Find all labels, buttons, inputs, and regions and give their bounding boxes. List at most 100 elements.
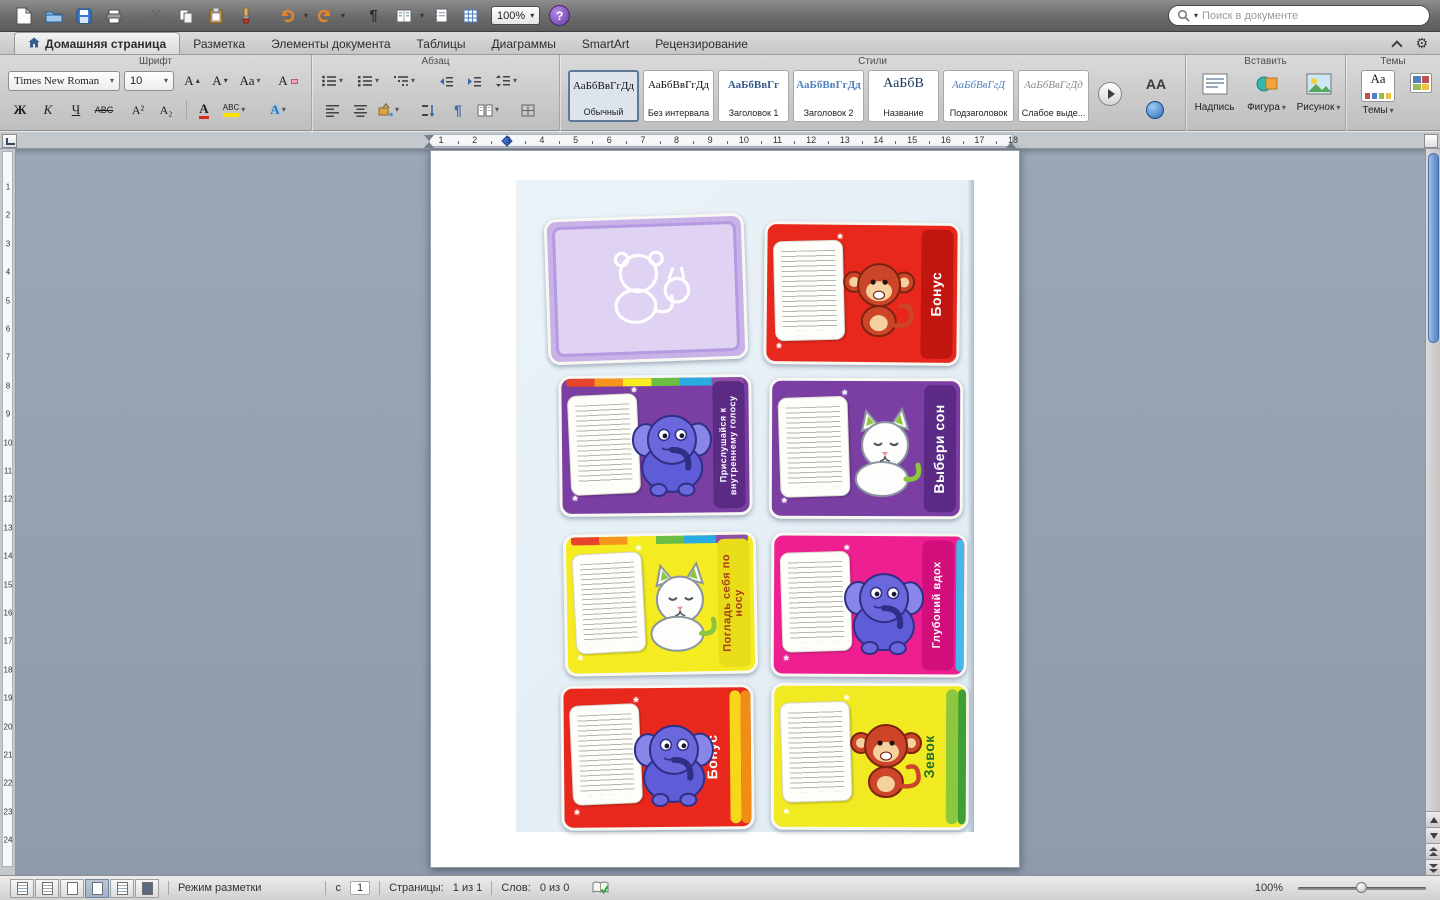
vertical-scrollbar[interactable] xyxy=(1425,149,1440,875)
shrink-font-button[interactable]: А▾ xyxy=(208,70,232,92)
paragraph-marks-button[interactable]: ¶ xyxy=(360,3,387,29)
insert-picture-button[interactable]: Рисунок▾ xyxy=(1294,68,1343,126)
sort-button[interactable] xyxy=(416,99,440,121)
paste-button[interactable] xyxy=(202,3,229,29)
tab-document-elements[interactable]: Элементы документа xyxy=(258,34,403,54)
vruler-number: 17 xyxy=(0,637,16,646)
print-button[interactable] xyxy=(100,3,127,29)
tab-stop-selector[interactable] xyxy=(2,134,17,148)
search-scope-dropdown-icon[interactable]: ▾ xyxy=(1194,12,1198,20)
redo-dropdown-icon[interactable]: ▾ xyxy=(341,12,345,20)
style-item-1[interactable]: АаБбВвГгДдОбычный xyxy=(568,70,639,122)
strikethrough-button[interactable]: ABC xyxy=(92,99,116,121)
words-value[interactable]: 0 из 0 xyxy=(540,882,570,894)
tab-review[interactable]: Рецензирование xyxy=(642,34,761,54)
align-left-button[interactable] xyxy=(320,99,344,121)
style-item-2[interactable]: АаБбВвГгДдБез интервала xyxy=(643,70,714,122)
more-styles-button[interactable] xyxy=(1098,82,1122,106)
tab-smartart[interactable]: SmartArt xyxy=(569,34,642,54)
layout-view-button[interactable] xyxy=(390,3,417,29)
new-document-button[interactable] xyxy=(10,3,37,29)
open-button[interactable] xyxy=(40,3,67,29)
subscript-button[interactable]: А₂ xyxy=(154,99,178,121)
styles-pane-button[interactable]: АА xyxy=(1136,71,1176,97)
section-value[interactable]: 1 xyxy=(350,881,370,895)
insert-shape-button[interactable]: Фигура▾ xyxy=(1242,68,1291,126)
text-effects-button[interactable]: А▾ xyxy=(266,99,290,121)
manage-styles-button[interactable] xyxy=(1146,101,1164,119)
focus-view-button[interactable] xyxy=(135,879,159,898)
scrollbar-thumb[interactable] xyxy=(1428,153,1439,343)
style-item-7[interactable]: АаБбВвГгДдСлабое выде... xyxy=(1018,70,1089,122)
redo-button[interactable] xyxy=(311,3,338,29)
numbered-list-button[interactable]: ▾ xyxy=(356,70,380,92)
tab-layout[interactable]: Разметка xyxy=(180,34,258,54)
undo-dropdown-icon[interactable]: ▾ xyxy=(304,12,308,20)
columns-button[interactable]: ▾ xyxy=(476,99,500,121)
decrease-indent-button[interactable] xyxy=(434,70,458,92)
first-line-indent-marker[interactable] xyxy=(424,135,434,141)
notebook-layout-button[interactable] xyxy=(110,879,134,898)
cut-button[interactable] xyxy=(142,3,169,29)
spelling-status-icon[interactable] xyxy=(592,881,609,895)
copy-button[interactable] xyxy=(172,3,199,29)
bulleted-list-button[interactable]: ▾ xyxy=(320,70,344,92)
search-box[interactable]: ▾ xyxy=(1168,5,1430,26)
scroll-down-button[interactable] xyxy=(1426,827,1440,843)
clear-formatting-button[interactable]: А xyxy=(276,70,300,92)
bold-button[interactable]: Ж xyxy=(8,99,32,121)
print-layout-button[interactable] xyxy=(85,879,109,898)
vruler-number: 4 xyxy=(0,268,16,277)
fill-color-button[interactable]: ▾ xyxy=(376,99,400,121)
tab-tables[interactable]: Таблицы xyxy=(404,34,479,54)
change-case-button[interactable]: Аа▾ xyxy=(238,70,262,92)
hanging-indent-marker[interactable] xyxy=(424,142,434,148)
format-painter-button[interactable] xyxy=(232,3,259,29)
next-page-button[interactable] xyxy=(1426,859,1440,875)
tab-home[interactable]: Домашняя страница xyxy=(14,32,180,54)
font-size-select[interactable]: 10▾ xyxy=(124,71,174,91)
font-color-button[interactable]: А xyxy=(192,99,216,121)
zoom-slider[interactable] xyxy=(1298,881,1426,895)
ribbon-collapse-button[interactable] xyxy=(1391,39,1403,47)
save-button[interactable] xyxy=(70,3,97,29)
scroll-up-button[interactable] xyxy=(1426,811,1440,827)
search-input[interactable] xyxy=(1202,10,1421,22)
help-button[interactable]: ? xyxy=(549,5,570,26)
font-name-select[interactable]: Times New Roman▾ xyxy=(8,71,120,91)
themes-button[interactable]: Аа Темы▾ xyxy=(1352,68,1404,126)
publishing-layout-button[interactable] xyxy=(60,879,84,898)
align-center-button[interactable] xyxy=(348,99,372,121)
zoom-slider-thumb[interactable] xyxy=(1356,882,1367,893)
italic-button[interactable]: К xyxy=(36,99,60,121)
style-preview: АаБбВ xyxy=(869,76,938,92)
grow-font-button[interactable]: А▴ xyxy=(180,70,204,92)
multilevel-list-button[interactable]: ▾ xyxy=(392,70,416,92)
zoom-select[interactable]: 100%▾ xyxy=(491,6,540,25)
undo-button[interactable] xyxy=(274,3,301,29)
layout-dropdown-icon[interactable]: ▾ xyxy=(420,12,424,20)
eraser-icon xyxy=(291,79,298,84)
underline-button[interactable]: Ч xyxy=(64,99,88,121)
highlight-button[interactable]: ABC▾ xyxy=(222,99,246,121)
draft-view-button[interactable] xyxy=(10,879,34,898)
line-spacing-button[interactable]: ▾ xyxy=(494,70,518,92)
table-grid-button[interactable] xyxy=(457,3,484,29)
ruler-toggle-button[interactable] xyxy=(1424,134,1438,148)
outline-view-button[interactable] xyxy=(35,879,59,898)
style-item-5[interactable]: АаБбВНазвание xyxy=(868,70,939,122)
borders-button[interactable] xyxy=(516,99,540,121)
increase-indent-button[interactable] xyxy=(462,70,486,92)
style-item-6[interactable]: АаБбВвГгДПодзаголовок xyxy=(943,70,1014,122)
theme-colors-button[interactable] xyxy=(1410,73,1432,93)
tab-charts[interactable]: Диаграммы xyxy=(479,34,569,54)
style-item-4[interactable]: АаБбВвГгДдЗаголовок 2 xyxy=(793,70,864,122)
notebook-button[interactable] xyxy=(427,3,454,29)
settings-gear-icon[interactable]: ⚙ xyxy=(1415,36,1428,50)
previous-page-button[interactable] xyxy=(1426,843,1440,859)
insert-text-box-button[interactable]: Надпись xyxy=(1190,68,1239,126)
superscript-button[interactable]: А² xyxy=(126,99,150,121)
pages-value[interactable]: 1 из 1 xyxy=(453,882,483,894)
style-item-3[interactable]: АаБбВвГгЗаголовок 1 xyxy=(718,70,789,122)
show-paragraph-marks-button[interactable]: ¶ xyxy=(446,99,470,121)
